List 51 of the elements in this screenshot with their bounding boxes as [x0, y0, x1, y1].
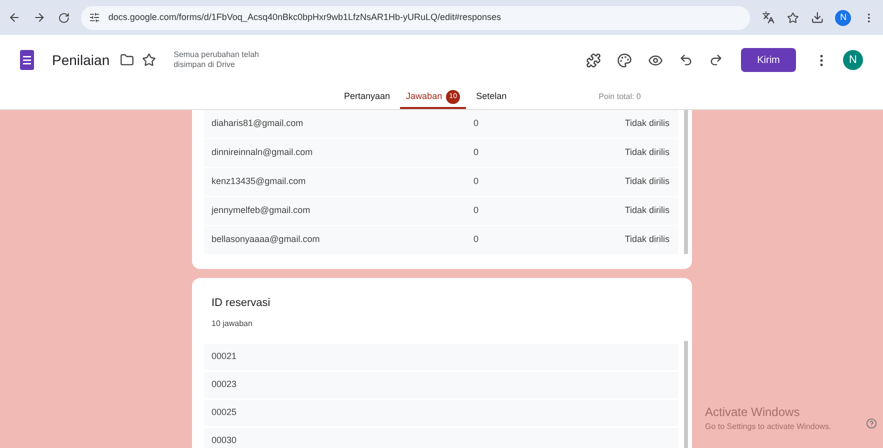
site-settings-icon[interactable]	[89, 12, 100, 23]
email-text: kenz13435@gmail.com	[212, 175, 307, 188]
email-text: jennymelfeb@gmail.com	[212, 204, 312, 218]
save-status: Semua perubahan telah disimpan di Drive	[174, 50, 260, 70]
scrollbar[interactable]	[684, 340, 688, 448]
response-count: 10 jawaban	[212, 318, 254, 330]
email-text: bellasonyaaaa@gmail.com	[212, 233, 321, 246]
points-total: Poin total: 0	[598, 91, 641, 103]
answer-row: 00023	[204, 372, 678, 398]
download-icon[interactable]	[810, 11, 824, 24]
star-icon[interactable]	[142, 53, 156, 67]
question-title: ID reservasi	[212, 296, 272, 311]
reload-icon[interactable]	[58, 12, 70, 24]
folder-icon[interactable]	[120, 53, 134, 67]
release-status: Tidak dirilis	[624, 233, 670, 246]
answer-row: 00030	[204, 428, 678, 448]
scrollbar[interactable]	[684, 110, 688, 254]
back-icon[interactable]	[8, 11, 21, 24]
score-text: 0	[474, 233, 479, 246]
tab[interactable]: Pertanyaan	[338, 87, 396, 109]
activation-subtitle: Go to Settings to activate Windows.	[705, 421, 832, 433]
palette-icon[interactable]	[617, 52, 632, 68]
email-text: diaharis81@gmail.com	[212, 117, 304, 130]
release-status: Tidak dirilis	[624, 146, 670, 160]
bookmark-icon[interactable]	[786, 12, 799, 24]
undo-icon[interactable]	[679, 53, 693, 67]
score-text: 0	[474, 204, 479, 218]
forward-icon[interactable]	[32, 11, 46, 24]
tab[interactable]: Setelan	[470, 87, 513, 109]
answer-row: 00021	[204, 344, 678, 370]
address-bar[interactable]: docs.google.com/forms/d/1FbVoq_Acsq40nBkc0bpHxr9wb1LfzNsAR1Hb-yURuLQ/edit#responses	[81, 6, 750, 30]
redo-icon[interactable]	[709, 53, 723, 67]
score-text: 0	[474, 175, 479, 188]
forms-logo-icon[interactable]	[20, 50, 34, 70]
release-status: Tidak dirilis	[624, 175, 670, 188]
url-text: docs.google.com/forms/d/1FbVoq_Acsq40nBkc0bpHxr9wb1LfzNsAR1Hb-yURuLQ/edit#responses	[108, 10, 502, 24]
profile-avatar[interactable]: N	[835, 10, 852, 26]
answer-row: 00025	[204, 400, 678, 426]
send-button[interactable]: Kirim	[741, 48, 796, 72]
release-status: Tidak dirilis	[624, 204, 670, 218]
translate-icon[interactable]	[762, 11, 775, 24]
preview-icon[interactable]	[648, 52, 663, 68]
form-title[interactable]: Penilaian	[52, 50, 110, 70]
score-text: 0	[474, 117, 479, 130]
help-icon[interactable]	[866, 418, 877, 429]
account-avatar[interactable]: N	[843, 50, 863, 70]
puzzle-icon[interactable]	[586, 52, 601, 68]
activation-title: Activate Windows	[705, 404, 801, 421]
score-text: 0	[474, 146, 479, 160]
email-text: dinnireinnaln@gmail.com	[212, 146, 314, 160]
release-status: Tidak dirilis	[624, 117, 670, 130]
